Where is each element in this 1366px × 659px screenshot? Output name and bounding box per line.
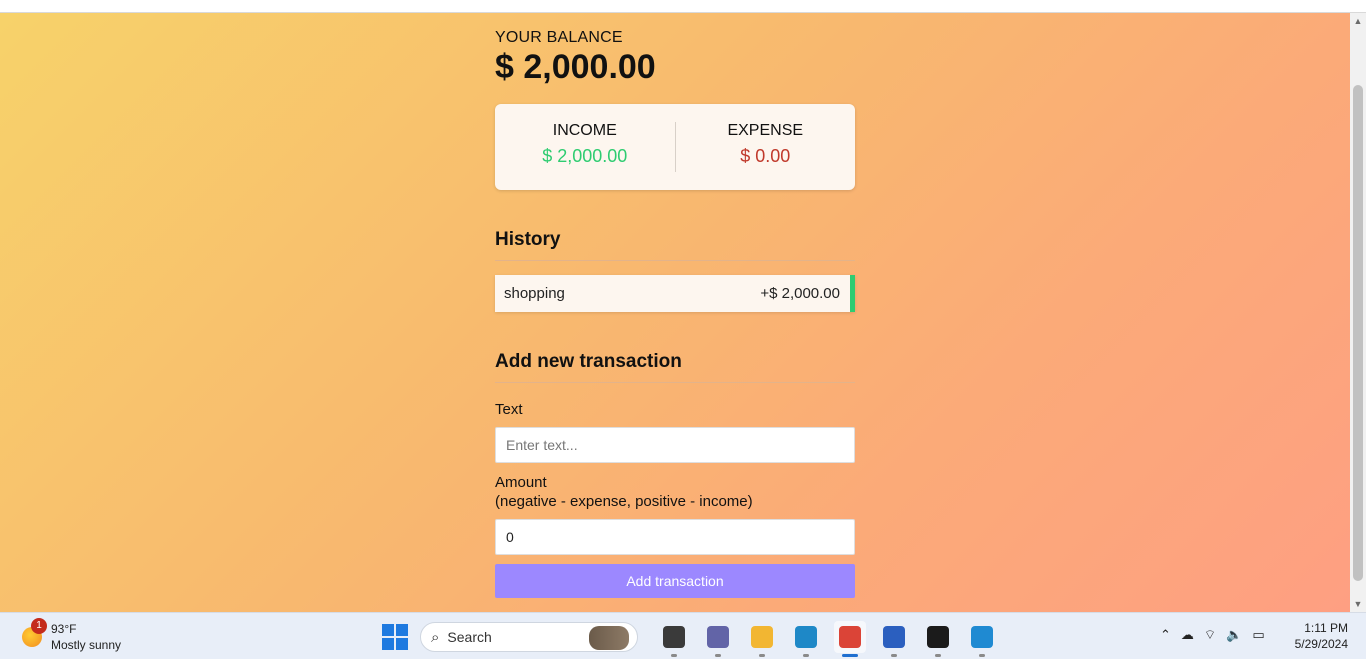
history-list: shopping +$ 2,000.00 [495,275,855,312]
system-tray: ⌃ ☁ ⌔ 🔈 ▭ [1160,627,1275,643]
edge-icon[interactable] [790,621,822,657]
income-column: INCOME $ 2,000.00 [495,104,675,190]
edge-glyph [795,626,817,648]
vscode-glyph [971,626,993,648]
balance-value: $ 2,000.00 [495,48,656,86]
running-indicator [715,654,721,657]
microsoft-store-glyph [883,626,905,648]
teams-chat-icon[interactable] [702,621,734,657]
windows-start-icon[interactable] [382,624,408,650]
terminal-icon[interactable] [922,621,954,657]
history-item-text: shopping [504,285,565,302]
search-highlight-image [589,626,629,650]
onedrive-cloud-icon[interactable]: ☁ [1181,627,1194,643]
balance-label: YOUR BALANCE [495,29,623,46]
history-item[interactable]: shopping +$ 2,000.00 [495,275,855,312]
add-transaction-button[interactable]: Add transaction [495,564,855,598]
expense-value: $ 0.00 [740,146,791,166]
income-label: INCOME [552,122,617,139]
amount-label: Amount (negative - expense, positive - i… [495,473,753,511]
running-indicator [671,654,677,657]
expense-label: EXPENSE [727,122,804,139]
chrome-glyph [839,626,861,648]
income-expense-card: INCOME $ 2,000.00 EXPENSE $ 0.00 [495,104,855,190]
income-value: $ 2,000.00 [542,146,628,166]
search-label: Search [447,629,492,645]
file-explorer-icon[interactable] [746,621,778,657]
page-scrollbar[interactable]: ▲ ▼ [1350,13,1366,612]
file-explorer-glyph [751,626,773,648]
amount-input[interactable] [495,519,855,555]
history-heading: History [495,229,855,261]
teams-chat-glyph [707,626,729,648]
page-viewport: YOUR BALANCE $ 2,000.00 INCOME $ 2,000.0… [0,13,1350,612]
vscode-icon[interactable] [966,621,998,657]
windows-taskbar: 1 93°F Mostly sunny ⌕ Search ⌃ ☁ ⌔ 🔈 ▭ 1… [0,612,1366,659]
sun-cloud-icon: 1 [22,618,47,647]
scroll-thumb[interactable] [1353,85,1363,581]
running-indicator [935,654,941,657]
add-transaction-heading: Add new transaction [495,351,855,383]
running-indicator [891,654,897,657]
search-icon: ⌕ [431,628,440,646]
system-clock[interactable]: 1:11 PM 5/29/2024 [1288,620,1348,652]
weather-widget[interactable]: 1 93°F Mostly sunny [22,618,121,653]
text-label: Text [495,401,523,418]
weather-desc: Mostly sunny [51,638,122,652]
speaker-icon[interactable]: 🔈 [1226,627,1242,643]
running-indicator [842,654,858,657]
terminal-glyph [927,626,949,648]
taskbar-search[interactable]: ⌕ Search [420,622,638,652]
text-input[interactable] [495,427,855,463]
running-indicator [803,654,809,657]
wifi-icon[interactable]: ⌔ [1204,627,1216,643]
battery-icon[interactable]: ▭ [1252,627,1264,643]
browser-top-edge [0,0,1366,13]
pinned-apps [652,621,1004,657]
task-view-icon[interactable] [658,621,690,657]
chevron-up-icon[interactable]: ⌃ [1160,627,1171,643]
running-indicator [759,654,765,657]
weather-temp: 93°F [51,622,77,636]
chrome-icon[interactable] [834,621,866,657]
scroll-down-arrow-icon[interactable]: ▼ [1350,596,1366,612]
expense-column: EXPENSE $ 0.00 [676,104,856,190]
notification-badge: 1 [31,618,47,634]
microsoft-store-icon[interactable] [878,621,910,657]
clock-time: 1:11 PM [1304,621,1348,635]
history-item-amount: +$ 2,000.00 [760,285,840,302]
amount-hint: (negative - expense, positive - income) [495,493,753,510]
running-indicator [979,654,985,657]
task-view-glyph [663,626,685,648]
taskbar-center: ⌕ Search [382,619,1004,657]
weather-text: 93°F Mostly sunny [51,621,121,653]
scroll-up-arrow-icon[interactable]: ▲ [1350,13,1366,29]
amount-label-text: Amount [495,474,547,491]
clock-date: 5/29/2024 [1294,637,1348,651]
